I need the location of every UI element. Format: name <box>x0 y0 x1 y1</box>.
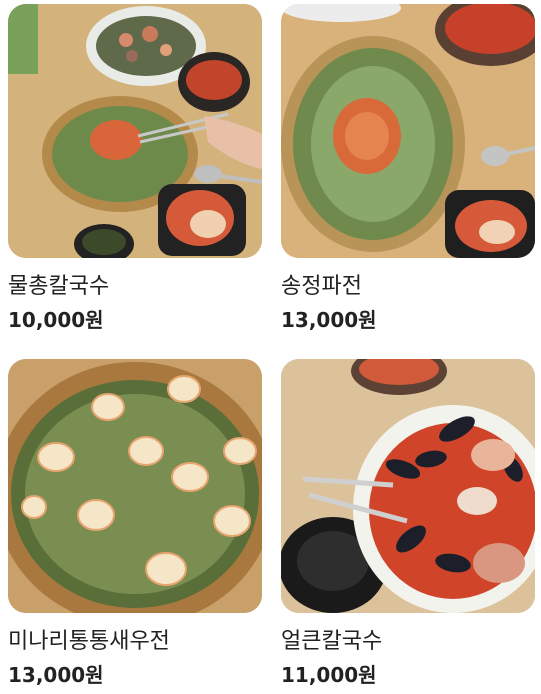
menu-name: 얼큰칼국수 <box>281 629 383 654</box>
menu-price: 11,000원 <box>281 663 377 687</box>
menu-name: 물총칼국수 <box>8 274 110 299</box>
menu-photo[interactable] <box>8 359 262 613</box>
menu-card[interactable]: 미나리통통새우전 13,000원 <box>8 359 264 689</box>
menu-photo[interactable] <box>281 4 535 258</box>
menu-photo[interactable] <box>8 4 262 258</box>
menu-price: 13,000원 <box>8 663 104 687</box>
menu-price: 13,000원 <box>281 308 377 332</box>
menu-price: 10,000원 <box>8 308 104 332</box>
menu-name: 미나리통통새우전 <box>8 629 170 654</box>
pajeon-photo <box>281 4 535 258</box>
clam-noodle-photo <box>8 4 262 258</box>
menu-name: 송정파전 <box>281 274 362 299</box>
menu-card[interactable]: 얼큰칼국수 11,000원 <box>281 359 537 689</box>
spicy-noodle-photo <box>281 359 535 613</box>
menu-photo[interactable] <box>281 359 535 613</box>
menu-grid: 물총칼국수 10,000원 송정파전 13,000원 미나리통통새우전 13,0… <box>0 0 541 694</box>
menu-card[interactable]: 물총칼국수 10,000원 <box>8 4 264 334</box>
menu-card[interactable]: 송정파전 13,000원 <box>281 4 537 334</box>
shrimp-pancake-photo <box>8 359 262 613</box>
